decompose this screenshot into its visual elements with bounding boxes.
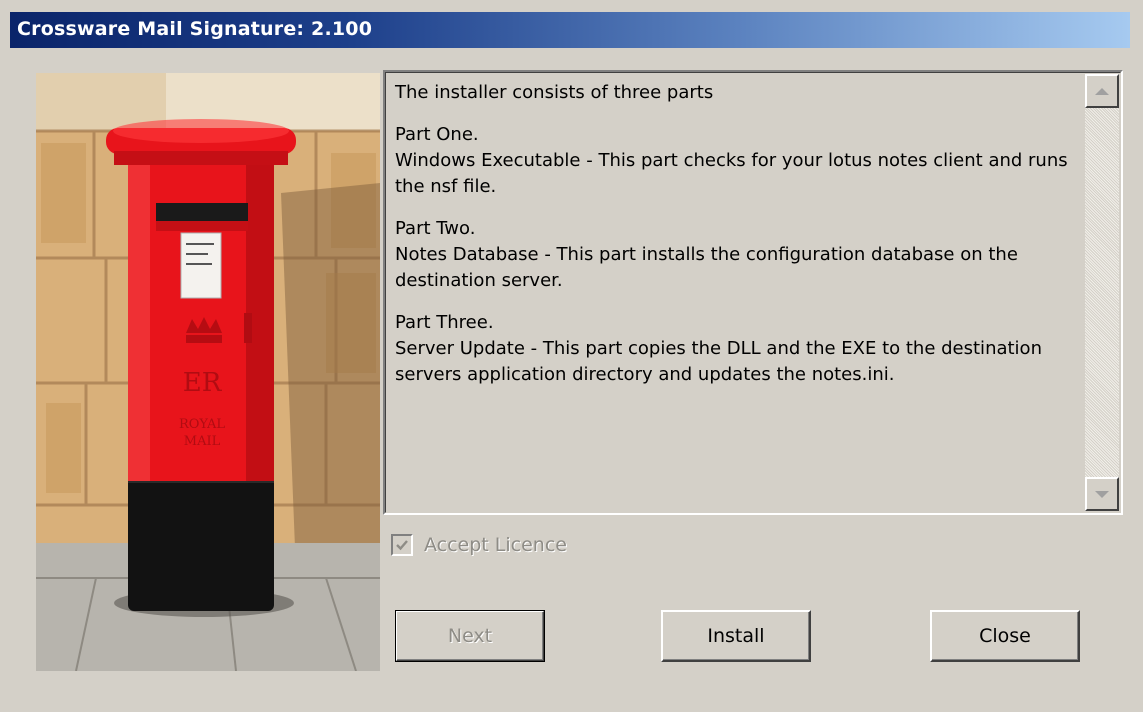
vertical-scrollbar[interactable] — [1085, 74, 1119, 511]
part-three-body: Server Update - This part copies the DLL… — [395, 338, 1042, 385]
installer-window: Crossware Mail Signature: 2.100 ER ROYAL… — [0, 0, 1143, 712]
install-button[interactable]: Install — [661, 610, 811, 662]
accept-licence-label: Accept Licence — [424, 534, 567, 556]
window-title: Crossware Mail Signature: 2.100 — [17, 18, 373, 40]
close-button[interactable]: Close — [930, 610, 1080, 662]
svg-text:MAIL: MAIL — [184, 434, 221, 449]
info-text: The installer consists of three parts Pa… — [395, 80, 1085, 388]
part-three-heading: Part Three. — [395, 312, 494, 333]
svg-text:ROYAL: ROYAL — [179, 417, 225, 432]
svg-text:ER: ER — [183, 368, 223, 398]
checkmark-icon — [396, 540, 408, 551]
accept-licence-row: Accept Licence — [391, 532, 567, 558]
title-bar[interactable]: Crossware Mail Signature: 2.100 — [10, 12, 1130, 48]
part-one-body: Windows Executable - This part checks fo… — [395, 150, 1068, 197]
part-two-heading: Part Two. — [395, 218, 476, 239]
postbox-illustration: ER ROYAL MAIL — [36, 73, 380, 671]
intro-text: The installer consists of three parts — [395, 82, 714, 103]
part-two-body: Notes Database - This part installs the … — [395, 244, 1018, 291]
next-button[interactable]: Next — [395, 610, 545, 662]
accept-licence-checkbox[interactable] — [391, 534, 413, 556]
part-one-heading: Part One. — [395, 124, 479, 145]
scroll-down-arrow-icon — [1095, 490, 1109, 498]
info-textarea[interactable]: The installer consists of three parts Pa… — [383, 70, 1123, 515]
postbox-photo: ER ROYAL MAIL — [36, 73, 380, 671]
scroll-down-button[interactable] — [1085, 477, 1119, 511]
scroll-up-arrow-icon — [1095, 87, 1109, 95]
scroll-up-button[interactable] — [1085, 74, 1119, 108]
